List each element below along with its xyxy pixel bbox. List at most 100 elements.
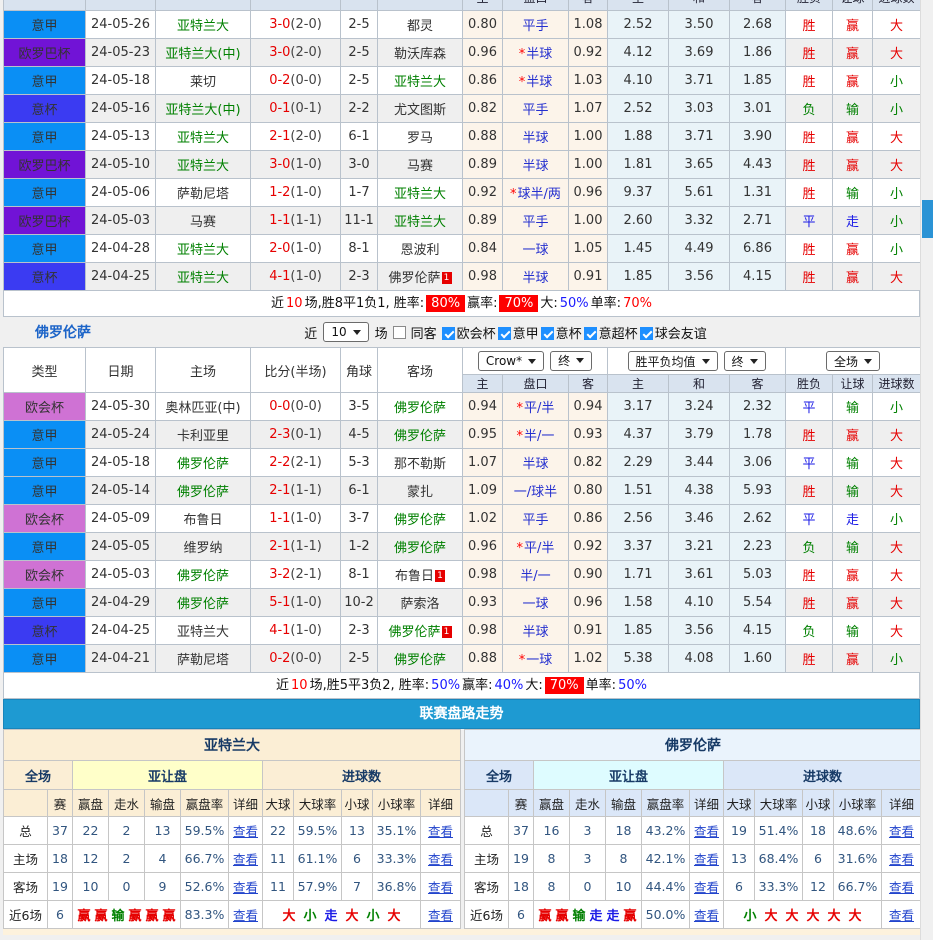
home-handicap-odds: 0.89 — [463, 207, 503, 235]
trend-panel-atalanta: 亚特兰大全场亚让盘进球数赛赢盘走水输盘赢盘率详细大球大球率小球小球率详细总372… — [3, 729, 461, 929]
goals-stat: 11 — [263, 873, 294, 901]
scrollbar[interactable] — [920, 0, 933, 940]
away-team: 萨索洛 — [400, 597, 439, 612]
view-details-cell: 查看 — [421, 845, 461, 873]
away-win-odds: 1.86 — [730, 39, 786, 67]
summary-segment: 近 — [276, 678, 289, 693]
row-scope-label: 主场 — [465, 845, 509, 873]
goals-stat: 48.6% — [834, 817, 882, 845]
home-handicap-odds: 0.88 — [463, 123, 503, 151]
result-handicap: 输 — [833, 393, 873, 421]
away-team-cell: 罗马 — [378, 123, 463, 151]
away-handicap-odds: 1.02 — [569, 645, 608, 673]
result-goals: 大 — [873, 477, 921, 505]
home-win-odds: 5.38 — [608, 645, 669, 673]
league-badge: 意甲 — [4, 477, 86, 505]
same-opponent-checkbox[interactable] — [393, 326, 406, 339]
avg-odds-select[interactable]: 胜平负均值 — [628, 351, 718, 371]
view-link[interactable]: 查看 — [428, 880, 453, 895]
corner-score: 3-7 — [341, 505, 378, 533]
full-time-score: 2-1 — [269, 483, 290, 498]
view-link[interactable]: 查看 — [233, 908, 258, 923]
view-link[interactable]: 查看 — [233, 824, 258, 839]
sequence-glyph: 小 — [743, 909, 756, 924]
score-cell: 0-1(0-1) — [251, 95, 341, 123]
league-filter-checkbox[interactable] — [541, 327, 554, 340]
half-time-score: (1-0) — [290, 157, 321, 172]
favorite-star: * — [519, 653, 526, 668]
goals-stat: 31.6% — [834, 845, 882, 873]
view-link[interactable]: 查看 — [233, 852, 258, 867]
view-link[interactable]: 查看 — [694, 880, 719, 895]
table-header-cell — [85, 0, 155, 10]
home-team-cell: 亚特兰大 — [156, 235, 251, 263]
league-filter-checkbox[interactable] — [640, 327, 653, 340]
result-handicap: 赢 — [833, 67, 873, 95]
view-link[interactable]: 查看 — [889, 908, 914, 923]
score-cell: 0-0(0-0) — [251, 393, 341, 421]
handicap-line: 一球 — [503, 589, 569, 617]
col-header-type: 类型 — [4, 348, 86, 393]
avg-time-select[interactable]: 终 — [724, 351, 766, 371]
view-link[interactable]: 查看 — [428, 852, 453, 867]
view-link[interactable]: 查看 — [889, 880, 914, 895]
view-link[interactable]: 查看 — [694, 824, 719, 839]
score-cell: 5-1(1-0) — [251, 589, 341, 617]
table-header-cell — [250, 0, 340, 10]
sequence-glyph: 小 — [367, 909, 380, 924]
result-handicap-value: 赢 — [846, 131, 859, 146]
view-link[interactable]: 查看 — [889, 824, 914, 839]
chevron-down-icon — [750, 359, 758, 364]
result-goals: 小 — [873, 235, 921, 263]
scope-select[interactable]: 全场 — [826, 351, 880, 371]
handicap-line-text: 一球 — [522, 597, 548, 612]
home-team: 萨勒尼塔 — [177, 187, 229, 202]
odds-source-select[interactable]: Crow* — [478, 351, 544, 371]
home-team: 佛罗伦萨 — [177, 597, 229, 612]
result-goals: 大 — [873, 449, 921, 477]
away-team: 蒙扎 — [407, 485, 433, 500]
favorite-star: * — [519, 47, 526, 62]
league-badge: 欧罗巴杯 — [4, 39, 86, 67]
near-label: 近 — [304, 323, 317, 342]
sub-header-cell: 胜负 — [786, 375, 833, 393]
result-wdl-value: 胜 — [802, 131, 815, 146]
result-wdl: 胜 — [786, 67, 833, 95]
view-link[interactable]: 查看 — [694, 852, 719, 867]
handicap-stat: 18 — [509, 873, 534, 901]
home-team-cell: 佛罗伦萨 — [156, 449, 251, 477]
view-link[interactable]: 查看 — [694, 908, 719, 923]
table-header-label: 主 — [463, 0, 502, 6]
away-team-cell: 都灵 — [378, 11, 463, 39]
view-link[interactable]: 查看 — [428, 824, 453, 839]
handicap-line: *一球 — [503, 645, 569, 673]
table-header-cell: 客 — [568, 0, 607, 10]
away-team-cell: 佛罗伦萨 — [378, 393, 463, 421]
goals-stat: 13 — [342, 817, 373, 845]
home-team-cell: 佛罗伦萨 — [156, 477, 251, 505]
handicap-stat: 52.6% — [181, 873, 229, 901]
full-time-score: 2-3 — [269, 427, 290, 442]
league-filter-checkbox[interactable] — [498, 327, 511, 340]
odds-time-select[interactable]: 终 — [550, 351, 592, 371]
home-team: 亚特兰大(中) — [165, 47, 240, 62]
view-link[interactable]: 查看 — [233, 880, 258, 895]
chevron-down-icon — [353, 330, 361, 335]
result-wdl-value: 胜 — [802, 47, 815, 62]
view-link[interactable]: 查看 — [889, 852, 914, 867]
league-filter-checkbox[interactable] — [442, 327, 455, 340]
scrollbar-thumb[interactable] — [922, 200, 933, 238]
home-handicap-odds: 1.02 — [463, 505, 503, 533]
matches-count-select[interactable]: 10 — [323, 322, 368, 342]
view-link[interactable]: 查看 — [428, 908, 453, 923]
result-handicap-value: 赢 — [846, 243, 859, 258]
goals-stat: 22 — [263, 817, 294, 845]
subheader-fulltime: 全场 — [4, 761, 73, 790]
home-win-odds: 1.85 — [608, 617, 669, 645]
league-filter-checkbox[interactable] — [584, 327, 597, 340]
result-goals-value: 小 — [890, 75, 903, 90]
match-date: 24-05-06 — [86, 179, 156, 207]
goals-stat: 51.4% — [755, 817, 803, 845]
result-handicap-value: 赢 — [846, 429, 859, 444]
handicap-line-text: 平手 — [522, 19, 548, 34]
